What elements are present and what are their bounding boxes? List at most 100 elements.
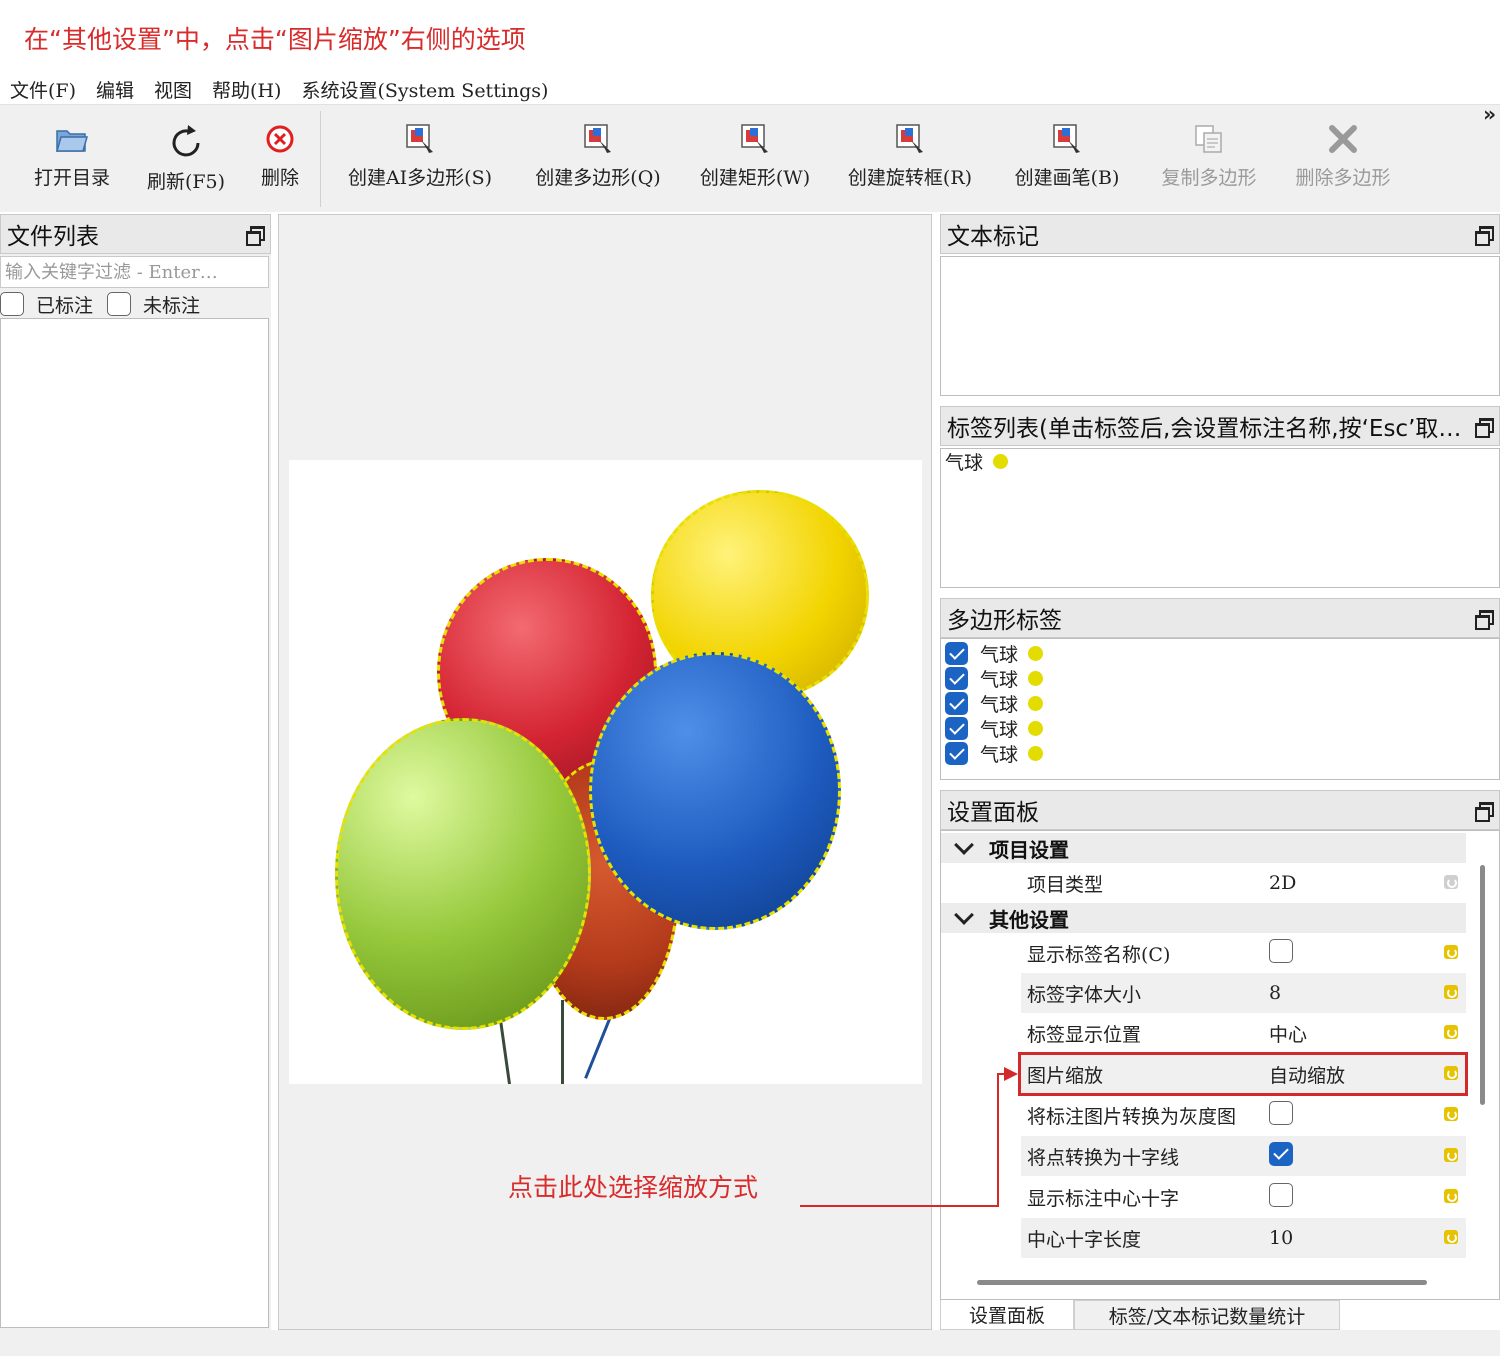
- list-item[interactable]: 气球: [945, 641, 1495, 666]
- center-cross-length-row: 中心十字长度 10: [1021, 1218, 1466, 1258]
- polygon-visible-checkbox[interactable]: [945, 692, 968, 715]
- text-mark-panel: 文本标记: [940, 214, 1500, 399]
- text-mark-title: 文本标记: [947, 224, 1039, 250]
- polygon-label-name: 气球: [980, 694, 1019, 716]
- reset-icon[interactable]: [1444, 1025, 1458, 1039]
- reset-icon[interactable]: [1444, 1148, 1458, 1162]
- file-filter-input[interactable]: [0, 256, 269, 288]
- file-list[interactable]: [0, 318, 269, 1328]
- label-position-value[interactable]: 中心: [1269, 1020, 1439, 1047]
- polygon-label-name: 气球: [980, 644, 1019, 666]
- draw-shape-icon: [400, 121, 440, 157]
- balloon-image[interactable]: [289, 460, 922, 1084]
- list-item[interactable]: 气球: [945, 691, 1495, 716]
- unlabeled-checkbox[interactable]: [107, 292, 132, 316]
- float-panel-icon[interactable]: [246, 226, 265, 246]
- polygon-label-name: 气球: [980, 719, 1019, 741]
- label-color-dot: [1028, 696, 1044, 711]
- show-center-cross-checkbox[interactable]: [1269, 1182, 1293, 1207]
- toolbar-overflow-icon[interactable]: »: [1483, 102, 1496, 126]
- reset-icon[interactable]: [1444, 1189, 1458, 1203]
- vertical-scrollbar[interactable]: [1480, 865, 1485, 1105]
- label-font-size-value[interactable]: 8: [1269, 982, 1439, 1004]
- float-panel-icon[interactable]: [1475, 610, 1494, 630]
- label-color-dot: [1028, 746, 1044, 761]
- reset-icon[interactable]: [1444, 985, 1458, 999]
- list-item[interactable]: 气球: [945, 741, 1495, 766]
- show-label-name-checkbox[interactable]: [1269, 938, 1293, 963]
- reset-icon[interactable]: [1444, 1230, 1458, 1244]
- image-scale-highlight-box: [1018, 1052, 1468, 1096]
- grayscale-row: 将标注图片转换为灰度图: [1021, 1095, 1466, 1135]
- project-settings-group[interactable]: 项目设置: [941, 833, 1466, 863]
- text-mark-header: 文本标记: [940, 214, 1500, 254]
- list-item[interactable]: 气球: [945, 666, 1495, 691]
- polygon-visible-checkbox[interactable]: [945, 642, 968, 665]
- show-label-name-row: 显示标签名称(C): [1021, 933, 1466, 973]
- other-settings-group[interactable]: 其他设置: [941, 903, 1466, 933]
- settings-panel: 设置面板 项目设置 项目类型 2D 其他设置 显示标签名称(C) 标签字体大小 …: [940, 790, 1500, 1302]
- copy-polygon-button[interactable]: 复制多边形: [1154, 105, 1264, 213]
- menu-system-settings[interactable]: 系统设置(System Settings): [301, 76, 548, 103]
- menu-file[interactable]: 文件(F): [10, 76, 76, 103]
- refresh-button[interactable]: 刷新(F5): [140, 105, 232, 213]
- menu-help[interactable]: 帮助(H): [212, 76, 281, 103]
- unlabeled-label: 未标注: [143, 294, 201, 317]
- polygon-label-panel: 多边形标签 气球 气球 气球 气球 气球: [940, 598, 1500, 782]
- label-color-dot: [993, 454, 1009, 469]
- labeled-checkbox[interactable]: [0, 292, 24, 316]
- tab-settings-panel[interactable]: 设置面板: [940, 1300, 1074, 1330]
- file-filter-checkboxes: 已标注 未标注: [0, 290, 200, 318]
- label-color-dot: [1028, 671, 1044, 686]
- create-rotated-box-button[interactable]: 创建旋转框(R): [840, 105, 980, 213]
- create-polygon-button[interactable]: 创建多边形(Q): [528, 105, 668, 213]
- float-panel-icon[interactable]: [1475, 802, 1494, 822]
- chevron-down-icon[interactable]: [954, 835, 974, 855]
- polygon-visible-checkbox[interactable]: [945, 667, 968, 690]
- create-ai-polygon-button[interactable]: 创建AI多边形(S): [340, 105, 500, 213]
- instruction-text: 在“其他设置”中，点击“图片缩放”右侧的选项: [24, 25, 526, 54]
- close-x-icon: [1323, 121, 1363, 157]
- draw-shape-icon: [735, 121, 775, 157]
- point-crosshair-checkbox[interactable]: [1269, 1141, 1293, 1166]
- toolbar: 打开目录 刷新(F5) 删除 创建AI多边形(S) 创建多边形(Q) 创建矩形(…: [0, 104, 1500, 212]
- delete-polygon-button[interactable]: 删除多边形: [1288, 105, 1398, 213]
- tab-label-statistics[interactable]: 标签/文本标记数量统计: [1074, 1300, 1340, 1330]
- text-mark-area[interactable]: [940, 256, 1500, 396]
- refresh-icon: [166, 125, 206, 161]
- green-balloon-polygon[interactable]: [335, 718, 591, 1030]
- float-panel-icon[interactable]: [1475, 418, 1494, 438]
- balloon-string: [499, 1019, 512, 1084]
- center-cross-length-value[interactable]: 10: [1269, 1227, 1439, 1249]
- delete-button[interactable]: 删除: [254, 105, 306, 213]
- float-panel-icon[interactable]: [1475, 226, 1494, 246]
- polygon-visible-checkbox[interactable]: [945, 717, 968, 740]
- menu-edit[interactable]: 编辑: [96, 76, 134, 103]
- delete-circle-icon: [260, 121, 300, 157]
- balloon-string: [561, 1000, 564, 1084]
- grayscale-checkbox[interactable]: [1269, 1100, 1293, 1125]
- file-list-title: 文件列表: [7, 224, 99, 250]
- reset-icon[interactable]: [1444, 1107, 1458, 1121]
- callout-text: 点击此处选择缩放方式: [508, 1173, 759, 1202]
- blue-balloon-polygon[interactable]: [589, 652, 841, 930]
- label-list-panel: 标签列表(单击标签后,会设置标注名称,按‘Esc’取… 气球: [940, 406, 1500, 590]
- point-crosshair-row: 将点转换为十字线: [1021, 1136, 1466, 1176]
- polygon-label-header: 多边形标签: [940, 598, 1500, 638]
- open-dir-button[interactable]: 打开目录: [28, 105, 116, 213]
- draw-shape-icon: [1047, 121, 1087, 157]
- list-item[interactable]: 气球: [945, 716, 1495, 741]
- polygon-visible-checkbox[interactable]: [945, 742, 968, 765]
- project-type-value[interactable]: 2D: [1269, 872, 1439, 894]
- horizontal-scrollbar[interactable]: [977, 1280, 1427, 1285]
- file-list-panel: 文件列表 已标注 未标注: [0, 214, 271, 1330]
- label-list-header: 标签列表(单击标签后,会设置标注名称,按‘Esc’取…: [940, 406, 1500, 446]
- reset-icon[interactable]: [1444, 875, 1458, 889]
- reset-icon[interactable]: [1444, 945, 1458, 959]
- chevron-down-icon[interactable]: [954, 905, 974, 925]
- create-rectangle-button[interactable]: 创建矩形(W): [694, 105, 816, 213]
- list-item[interactable]: 气球: [945, 449, 1495, 474]
- file-list-header: 文件列表: [0, 214, 271, 254]
- menu-view[interactable]: 视图: [154, 76, 192, 103]
- create-brush-button[interactable]: 创建画笔(B): [1006, 105, 1128, 213]
